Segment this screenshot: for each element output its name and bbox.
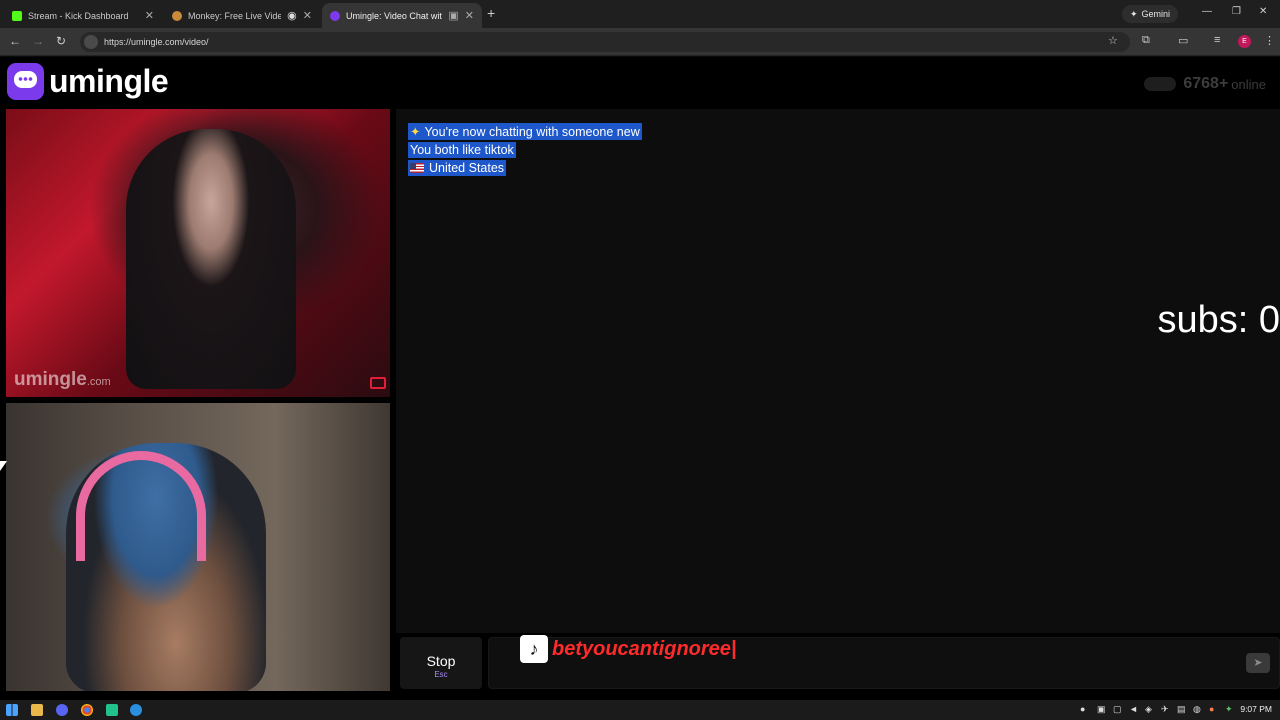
cast-icon[interactable]: ▭ (1178, 34, 1188, 47)
chat-system-message: United States (408, 160, 507, 176)
online-indicator-icon (1144, 77, 1177, 91)
tab-umingle[interactable]: Umingle: Video Chat with S ▣ ✕ (322, 3, 482, 28)
reload-icon[interactable]: ↻ (56, 34, 66, 48)
send-icon: ➤ (1253, 657, 1263, 669)
tab-monkey[interactable]: Monkey: Free Live Video Ch ◉ ✕ (164, 3, 320, 28)
minimize-icon[interactable]: — (1202, 6, 1212, 17)
tray-app-icon[interactable]: ✦ (1225, 704, 1233, 715)
chrome-icon[interactable] (81, 704, 93, 716)
chat-log: ✦ You're now chatting with someone new Yo… (396, 109, 1280, 633)
stranger-person (126, 129, 296, 389)
watermark-text: umingle (14, 369, 87, 390)
umingle-logo[interactable]: umingle (7, 63, 169, 100)
kick-icon (12, 10, 22, 21)
volume-icon[interactable]: ◄ (1129, 704, 1138, 714)
discord-icon[interactable] (56, 704, 68, 716)
tab-title: Monkey: Free Live Video Ch (188, 10, 282, 21)
bookmark-star-icon[interactable]: ☆ (1108, 34, 1118, 47)
sparkle-icon: ✦ (1130, 8, 1138, 19)
file-explorer-icon[interactable] (31, 704, 43, 716)
gemini-button[interactable]: ✦ Gemini (1122, 5, 1179, 23)
chat-system-message: ✦ You're now chatting with someone new (408, 123, 642, 140)
gemini-label: Gemini (1141, 9, 1171, 19)
taskbar-clock[interactable]: 9:07 PM (1240, 704, 1272, 714)
chat-bubble-icon (7, 63, 44, 100)
app-icon[interactable] (106, 704, 118, 716)
stream-overlay: ♪ betyoucantignoree| (520, 634, 737, 664)
media-controls-icon[interactable]: ≡ (1214, 34, 1220, 46)
chat-system-message: You both like tiktok (408, 142, 516, 158)
report-flag-icon[interactable] (370, 377, 386, 389)
stranger-video: umingle.com (6, 109, 390, 397)
tray-app-icon[interactable]: ▢ (1113, 704, 1122, 715)
umingle-page: umingle 6768+ online umingle.com ✦ You're… (0, 57, 1280, 700)
message-text: United States (429, 161, 505, 175)
self-video (6, 403, 390, 691)
close-tab-icon[interactable]: ✕ (303, 9, 312, 22)
mouse-cursor-icon (0, 461, 7, 471)
tab-title: Umingle: Video Chat with S (346, 10, 442, 21)
close-tab-icon[interactable]: ✕ (145, 9, 154, 22)
site-info-icon[interactable] (84, 35, 98, 49)
browser-tab-strip: Stream - Kick Dashboard ✕ Monkey: Free L… (0, 0, 1280, 28)
network-icon[interactable]: ✈ (1161, 704, 1169, 715)
stop-shortcut: Esc (434, 670, 448, 679)
new-tab-button[interactable]: + (487, 5, 495, 21)
extensions-icon[interactable]: ⧉ (1142, 34, 1150, 47)
forward-icon[interactable]: → (32, 34, 44, 48)
recording-icon: ◉ (287, 10, 297, 22)
tiktok-icon: ♪ (520, 635, 548, 663)
video-watermark: umingle.com (14, 369, 111, 391)
tab-kick-dashboard[interactable]: Stream - Kick Dashboard ✕ (4, 3, 162, 28)
online-count: 6768+ (1183, 75, 1229, 92)
online-counter: 6768+ online (1144, 75, 1266, 93)
send-button[interactable]: ➤ (1246, 653, 1270, 673)
stop-label: Stop (426, 653, 456, 669)
menu-icon[interactable]: ⋮ (1264, 34, 1275, 47)
browser-toolbar: ← → ↻ https://umingle.com/video/ ☆ ⧉ ▭ ≡… (0, 28, 1280, 56)
sparkle-icon: ✦ (410, 125, 421, 139)
message-text: You're now chatting with someone new (424, 125, 640, 139)
tray-app-icon[interactable]: ● (1209, 704, 1214, 714)
message-text: You both like tiktok (410, 143, 514, 157)
close-tab-icon[interactable]: ✕ (465, 9, 474, 22)
profile-avatar[interactable]: E (1238, 35, 1251, 48)
tray-app-icon[interactable]: ▣ (1097, 704, 1106, 715)
restore-icon[interactable]: ❐ (1232, 6, 1241, 17)
tab-title: Stream - Kick Dashboard (28, 10, 129, 21)
stop-button[interactable]: Stop Esc (400, 637, 482, 689)
windows-taskbar: ● ▣ ▢ ◄ ◈ ✈ ▤ ◍ ● ✦ 9:07 PM (0, 700, 1280, 720)
logo-text: umingle (49, 63, 169, 99)
subs-overlay: subs: 0 (1157, 299, 1280, 341)
microphone-icon[interactable]: ● (1080, 704, 1085, 714)
url-text: https://umingle.com/video/ (104, 37, 209, 47)
screen-share-icon: ▣ (448, 10, 459, 22)
monkey-icon (172, 10, 182, 21)
watermark-suffix: .com (86, 376, 111, 388)
tray-app-icon[interactable]: ◈ (1145, 704, 1152, 715)
tiktok-handle: betyoucantignoree| (552, 637, 737, 660)
windows-start-icon[interactable] (6, 704, 18, 716)
address-bar[interactable]: https://umingle.com/video/ (80, 32, 1130, 52)
us-flag-icon (410, 163, 424, 173)
back-icon[interactable]: ← (9, 34, 21, 48)
tray-app-icon[interactable]: ◍ (1193, 704, 1201, 715)
umingle-icon (330, 10, 340, 21)
tray-app-icon[interactable]: ▤ (1177, 704, 1186, 715)
close-window-icon[interactable]: ✕ (1259, 6, 1267, 17)
online-label: online (1231, 76, 1266, 92)
edge-icon[interactable] (130, 704, 142, 716)
